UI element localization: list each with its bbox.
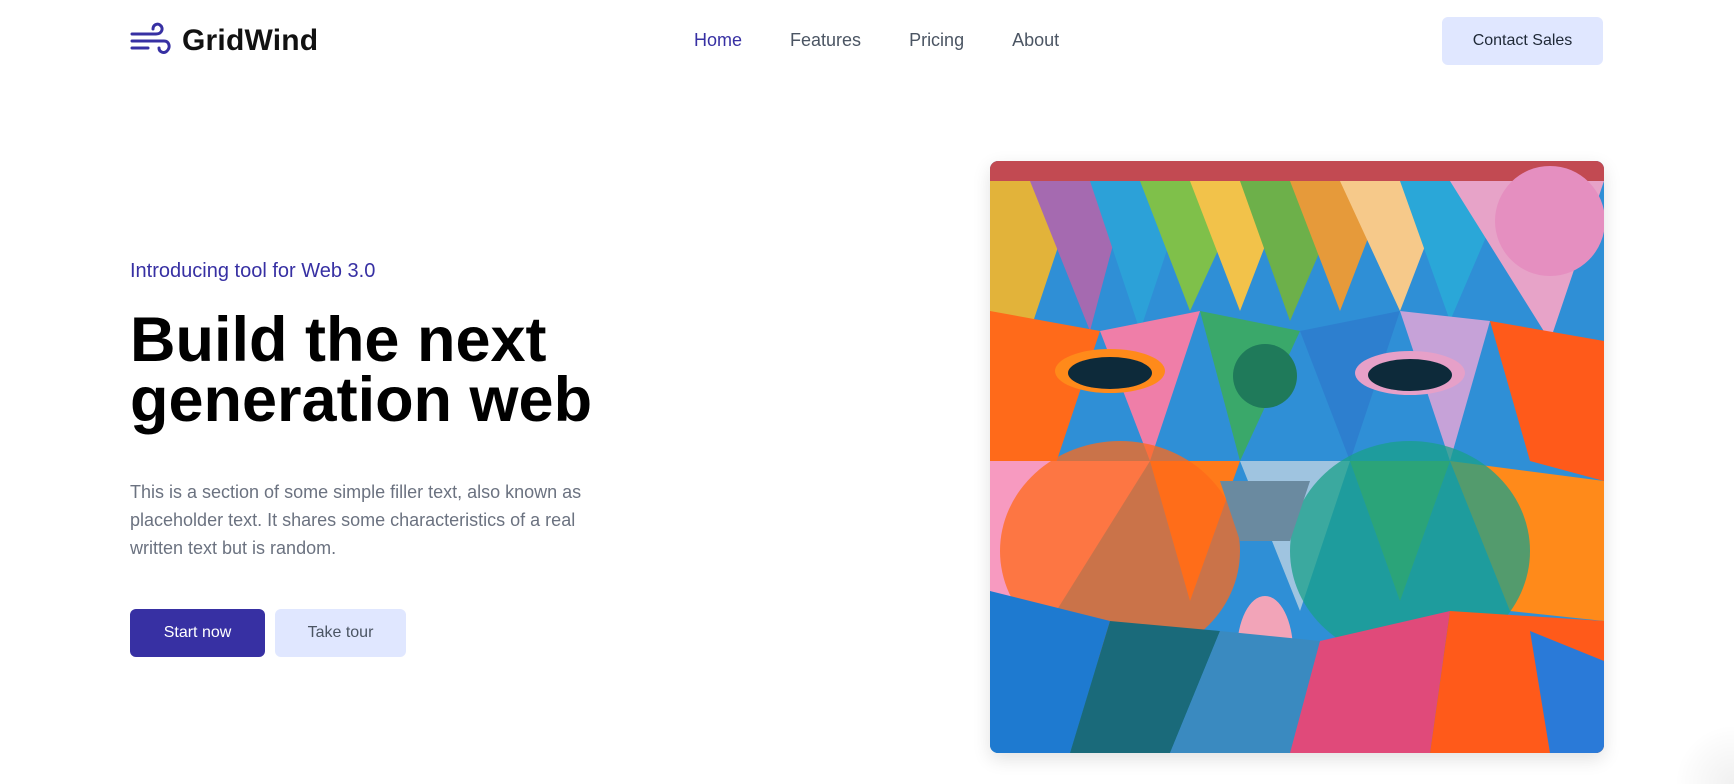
hero-headline: Build the next generation web <box>130 309 750 432</box>
take-tour-button[interactable]: Take tour <box>275 609 406 657</box>
nav-pricing[interactable]: Pricing <box>909 30 964 51</box>
headline-line-2: generation web <box>130 365 593 435</box>
hero-mural-image <box>990 161 1604 753</box>
nav-home[interactable]: Home <box>694 30 742 51</box>
colorful-geometric-mural-image <box>990 161 1604 753</box>
hero-description: This is a section of some simple filler … <box>130 482 582 558</box>
hero-eyebrow: Introducing tool for Web 3.0 <box>130 260 376 282</box>
nav-about[interactable]: About <box>1012 30 1059 51</box>
wind-icon <box>130 22 171 54</box>
main-nav: Home Features Pricing About <box>694 30 1059 51</box>
contact-sales-button[interactable]: Contact Sales <box>1442 17 1603 65</box>
nav-features[interactable]: Features <box>790 30 861 51</box>
page-corner-shadow <box>1674 724 1734 784</box>
brand-logo[interactable]: GridWind <box>130 22 318 60</box>
start-now-button[interactable]: Start now <box>130 609 265 657</box>
site-header: GridWind Home Features Pricing About Con… <box>0 0 1734 84</box>
brand-name: GridWind <box>182 24 319 57</box>
